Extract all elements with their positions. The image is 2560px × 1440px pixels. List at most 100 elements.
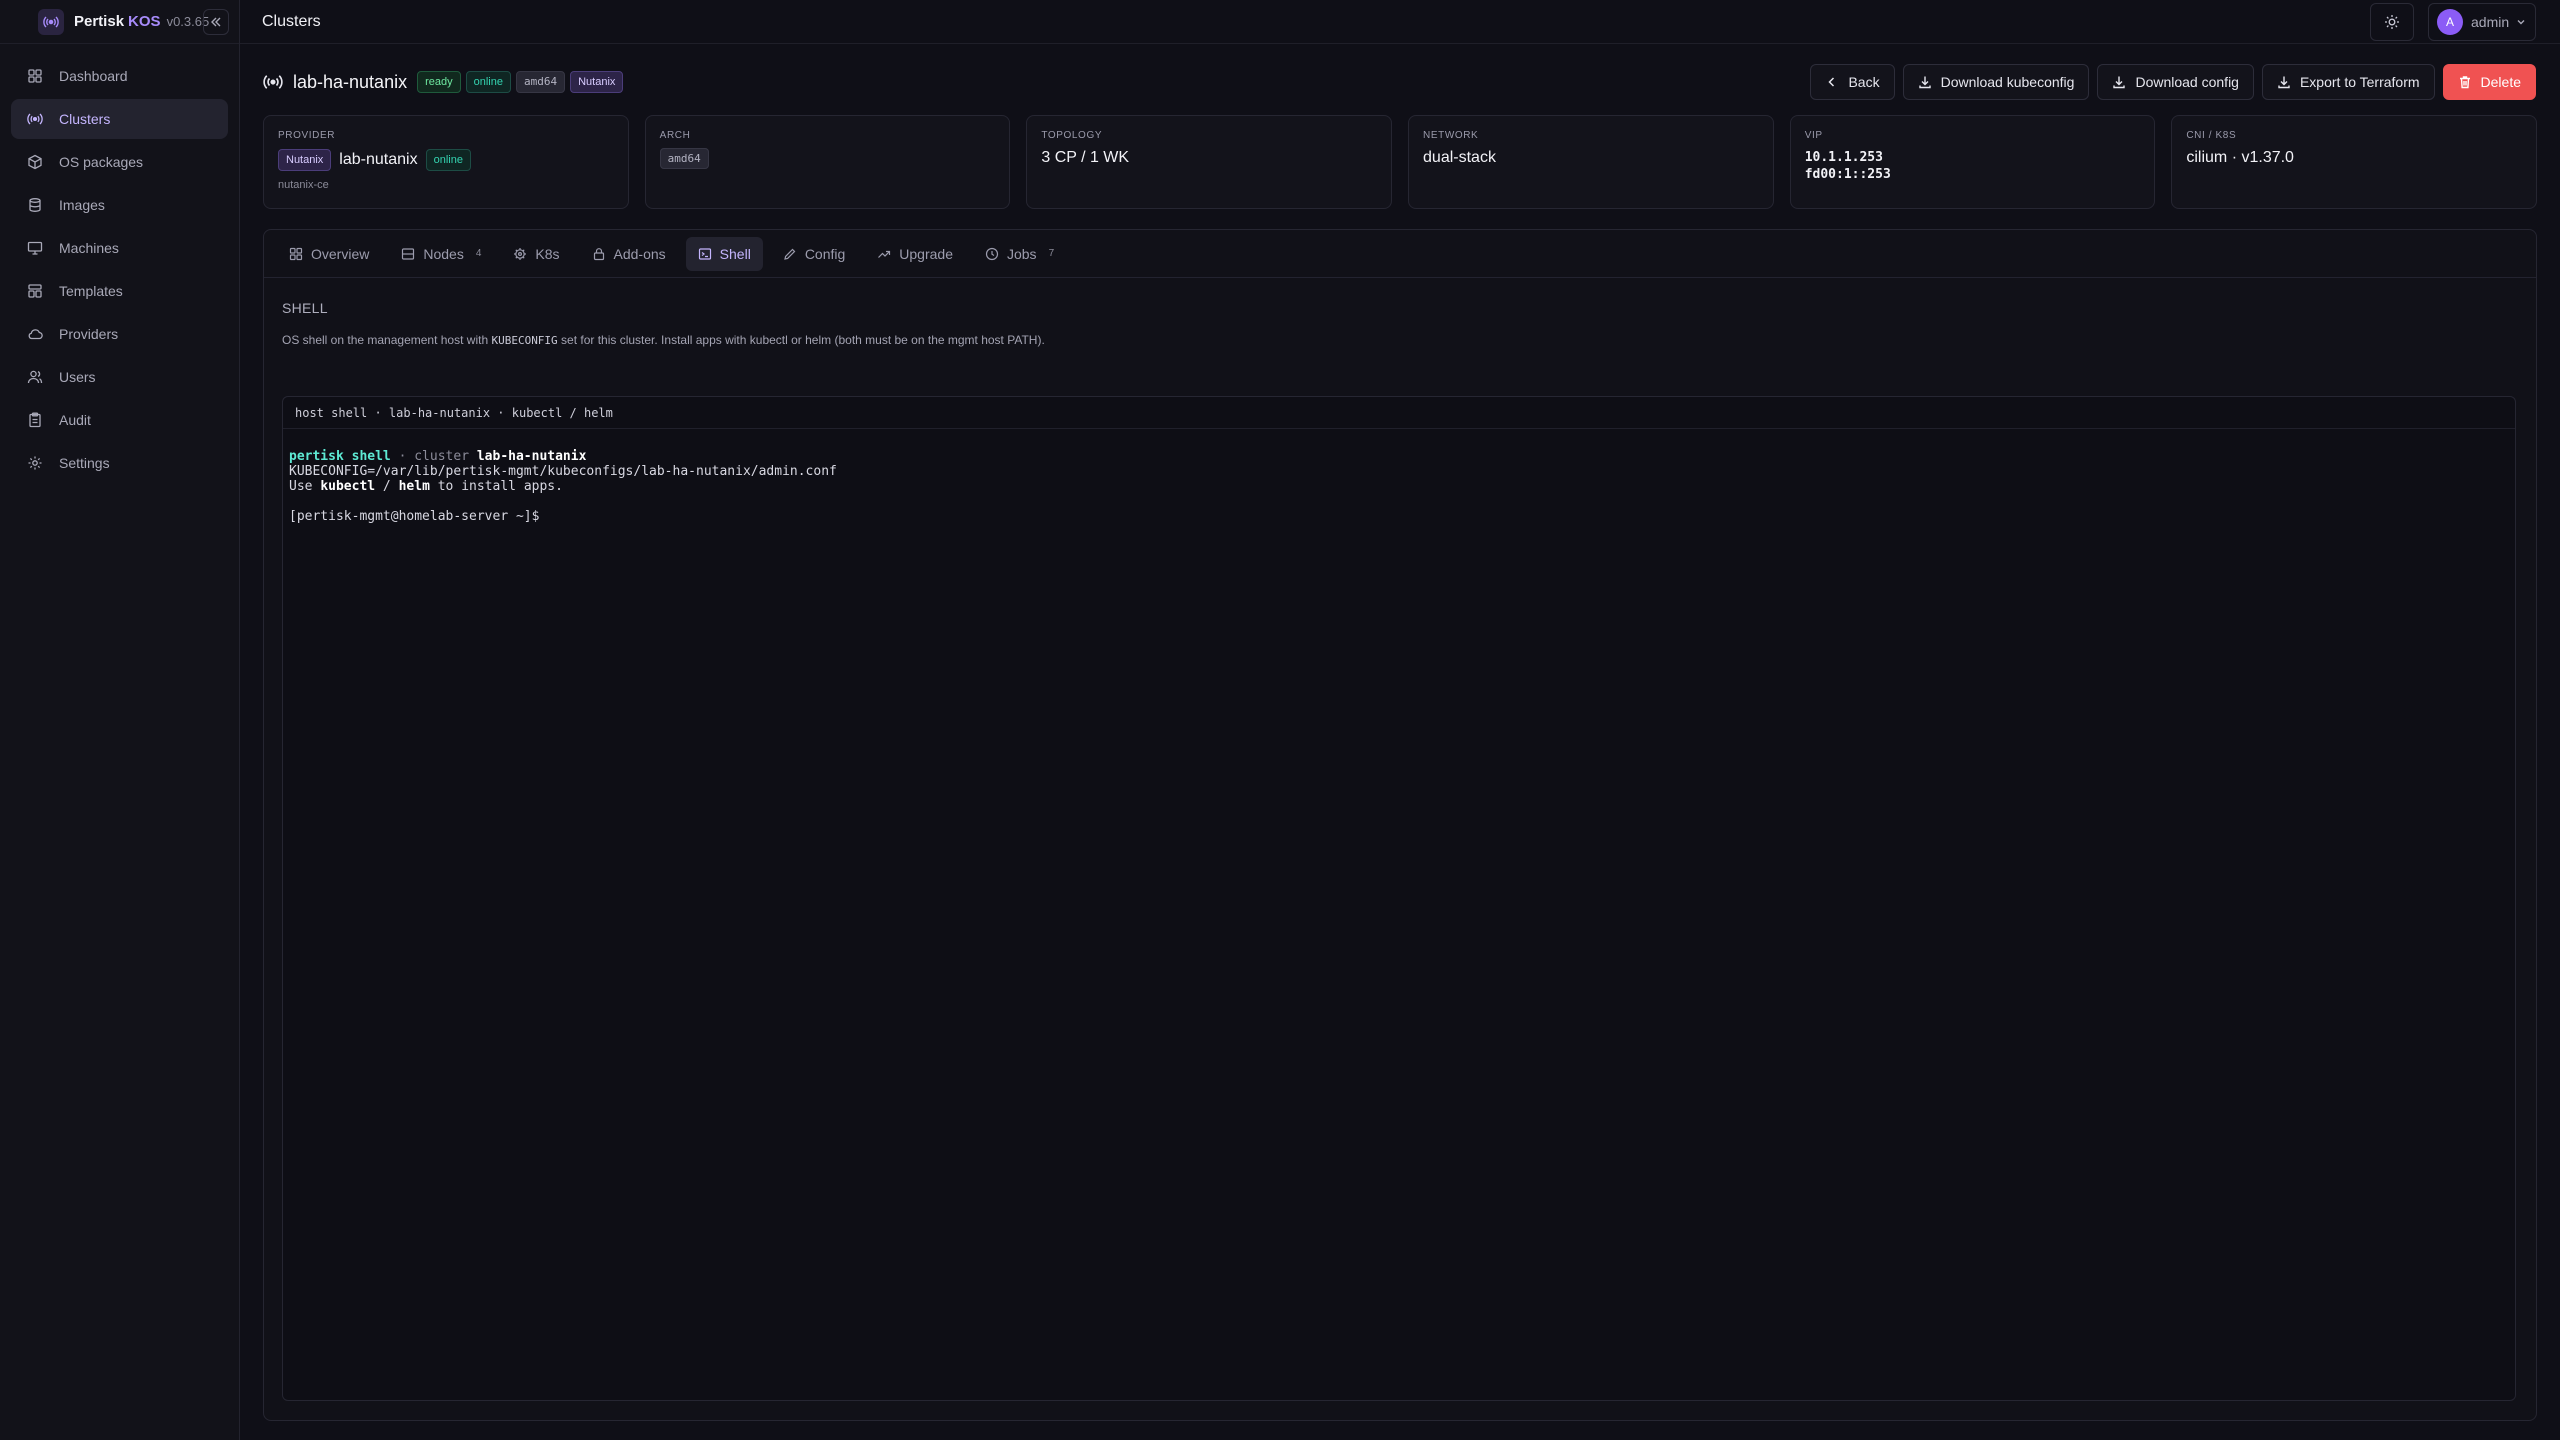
sidebar-item-os-packages[interactable]: OS packages	[11, 142, 228, 182]
sidebar-nav: Dashboard Clusters OS packages Images Ma…	[0, 44, 239, 498]
lock-icon	[593, 247, 604, 260]
tab-add-ons[interactable]: Add-ons	[580, 237, 678, 271]
cloud-icon	[28, 329, 43, 340]
collapse-sidebar-button[interactable]	[203, 9, 229, 35]
terminal[interactable]: host shell · lab-ha-nutanix · kubectl / …	[282, 396, 2516, 1401]
sidebar-item-dashboard[interactable]: Dashboard	[11, 56, 228, 96]
terminal-prompt[interactable]: [pertisk-mgmt@homelab-server ~]$	[289, 509, 2509, 524]
terminal-cluster-name: lab-ha-nutanix	[476, 449, 587, 464]
sidebar-item-images[interactable]: Images	[11, 185, 228, 225]
user-menu-button[interactable]: A admin	[2428, 3, 2536, 41]
gear-icon	[28, 456, 42, 470]
cluster-icon	[263, 75, 283, 89]
delete-label: Delete	[2480, 74, 2521, 90]
network-value: dual-stack	[1423, 149, 1496, 166]
provider-status-badge: online	[425, 149, 471, 171]
dashboard-icon	[28, 69, 42, 83]
terminal-text: · cluster	[390, 449, 477, 464]
status-badge: ready	[417, 71, 461, 93]
sidebar-item-templates[interactable]: Templates	[11, 271, 228, 311]
download-icon	[1918, 76, 1931, 89]
provider-sub: nutanix-ce	[278, 179, 329, 191]
user-name: admin	[2471, 14, 2510, 30]
cluster-summary-cards: PROVIDER Nutanix lab-nutanix online nuta…	[263, 115, 2538, 209]
tab-overview[interactable]: Overview	[277, 237, 381, 271]
tab-label: Add-ons	[613, 245, 666, 262]
topology-value: 3 CP / 1 WK	[1041, 149, 1130, 166]
arch-card: ARCH amd64	[644, 115, 1011, 209]
terminal-output[interactable]: pertisk shell · cluster lab-ha-nutanix KU…	[283, 429, 2515, 544]
template-icon	[28, 284, 42, 298]
cluster-tab-panel: Overview Nodes 4 K8s Add-ons Shell Confi…	[263, 229, 2537, 1421]
tab-label: Overview	[311, 245, 370, 262]
sidebar-item-label: Audit	[59, 412, 91, 428]
cluster-header: lab-ha-nutanix ready online amd64 Nutani…	[263, 64, 2536, 100]
tab-jobs[interactable]: Jobs 7	[973, 237, 1066, 271]
cni-card: CNI / K8S cilium · v1.37.0	[2171, 115, 2538, 209]
sidebar-item-clusters[interactable]: Clusters	[11, 99, 228, 139]
shell-description: OS shell on the management host with KUB…	[282, 333, 1045, 347]
sidebar-item-machines[interactable]: Machines	[11, 228, 228, 268]
brand: Pertisk KOS v0.3.65	[0, 0, 239, 44]
online-badge: online	[465, 71, 511, 93]
topology-card-label: TOPOLOGY	[1041, 130, 1103, 141]
tab-bar: Overview Nodes 4 K8s Add-ons Shell Confi…	[264, 230, 2536, 278]
delete-button[interactable]: Delete	[2442, 64, 2536, 100]
cluster-icon	[27, 113, 43, 125]
theme-toggle-button[interactable]	[2370, 3, 2414, 41]
server-icon	[402, 247, 415, 260]
arch-card-label: ARCH	[659, 130, 691, 141]
tab-config[interactable]: Config	[771, 237, 857, 271]
terminal-icon	[698, 247, 711, 260]
back-button[interactable]: Back	[1810, 64, 1895, 100]
page-title: Clusters	[262, 12, 321, 30]
tab-label: Jobs	[1006, 245, 1037, 262]
download-icon	[2278, 76, 2290, 89]
tab-upgrade[interactable]: Upgrade	[865, 237, 965, 271]
provider-name[interactable]: lab-nutanix	[339, 151, 417, 169]
arch-value-badge: amd64	[659, 148, 709, 169]
grid-icon	[289, 247, 303, 260]
sidebar-item-providers[interactable]: Providers	[11, 314, 228, 354]
sidebar-item-label: Templates	[59, 283, 123, 299]
download-kubeconfig-label: Download kubeconfig	[1940, 74, 2075, 90]
download-config-button[interactable]: Download config	[2097, 64, 2254, 100]
clock-icon	[985, 247, 999, 260]
provider-card-label: PROVIDER	[278, 130, 336, 141]
download-kubeconfig-button[interactable]: Download kubeconfig	[1902, 64, 2090, 100]
terminal-line: pertisk shell · cluster lab-ha-nutanix	[289, 449, 2509, 464]
tab-label: Config	[804, 245, 846, 262]
sidebar-item-settings[interactable]: Settings	[11, 443, 228, 483]
sidebar-item-audit[interactable]: Audit	[11, 400, 228, 440]
sun-icon	[2385, 15, 2399, 29]
back-button-label: Back	[1848, 74, 1880, 90]
cluster-name: lab-ha-nutanix	[293, 71, 408, 92]
trend-icon	[878, 250, 891, 258]
sidebar-item-label: Settings	[59, 455, 110, 471]
tab-count: 7	[1048, 248, 1055, 259]
provider-type-badge: Nutanix	[278, 149, 332, 171]
chevron-left-icon	[1828, 77, 1835, 87]
header-actions: Back Download kubeconfig Download config…	[1802, 64, 2536, 100]
sidebar-item-label: OS packages	[59, 154, 144, 170]
brand-name: Pertisk	[74, 13, 125, 30]
vip-card-label: VIP	[1804, 130, 1823, 141]
trash-icon	[2459, 76, 2470, 89]
download-icon	[2113, 76, 2126, 89]
tab-label: Shell	[719, 245, 751, 262]
export-terraform-button[interactable]: Export to Terraform	[2261, 64, 2435, 100]
terminal-cmd: helm	[398, 479, 430, 494]
brand-logo-icon	[38, 8, 64, 35]
arch-badge: amd64	[515, 71, 566, 93]
chevron-down-icon	[2517, 20, 2525, 25]
tab-label: K8s	[535, 245, 560, 262]
tab-shell[interactable]: Shell	[685, 236, 763, 271]
tab-nodes[interactable]: Nodes 4	[389, 237, 493, 271]
clipboard-icon	[29, 412, 41, 428]
monitor-icon	[27, 241, 43, 255]
sidebar-item-users[interactable]: Users	[11, 357, 228, 397]
tab-k8s[interactable]: K8s	[501, 237, 571, 271]
package-icon	[28, 154, 42, 170]
shell-desc-text: OS shell on the management host with	[282, 333, 492, 347]
tab-label: Nodes	[423, 245, 464, 262]
